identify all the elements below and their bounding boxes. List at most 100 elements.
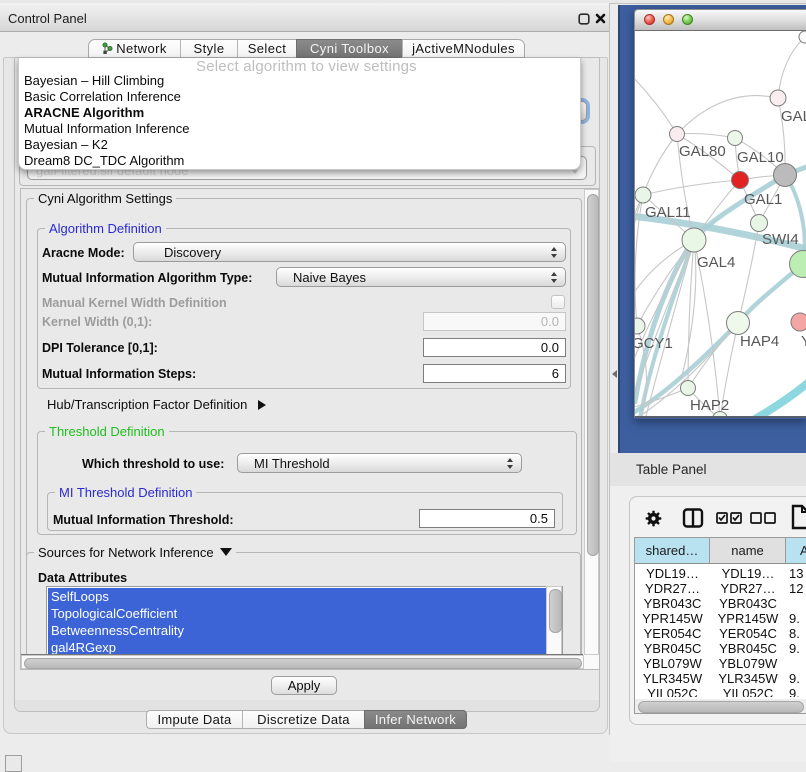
close-window-icon[interactable] bbox=[644, 14, 655, 25]
algorithm-option[interactable]: Dream8 DC_TDC Algorithm bbox=[19, 153, 564, 169]
minimize-window-icon[interactable] bbox=[663, 14, 674, 25]
network-edge bbox=[643, 180, 740, 195]
table-cell[interactable]: 9. bbox=[786, 686, 806, 697]
table-cell[interactable]: YBR045C bbox=[635, 641, 710, 656]
close-panel-icon[interactable] bbox=[595, 13, 606, 24]
table-panel-title: Table Panel bbox=[636, 462, 707, 477]
unselect-all-columns-icon[interactable] bbox=[750, 512, 776, 524]
control-panel-titlebar[interactable] bbox=[0, 3, 610, 32]
table-cell[interactable] bbox=[786, 596, 806, 611]
table-cell[interactable]: YPR145W bbox=[635, 611, 710, 626]
node-table[interactable]: shared…nameAYDL19…YDL19…13YDR27…YDR27…12… bbox=[634, 537, 806, 714]
table-cell[interactable]: 8. bbox=[786, 626, 806, 641]
table-cell[interactable]: YDR27… bbox=[710, 581, 786, 596]
select-all-columns-icon[interactable] bbox=[716, 512, 742, 524]
algorithm-option[interactable]: Mutual Information Inference bbox=[19, 121, 564, 137]
network-node-gal80[interactable] bbox=[670, 127, 685, 142]
table-cell[interactable]: YBR043C bbox=[710, 596, 786, 611]
network-graph: GALGAL80GAL10GAL1GAL11SWI4GAL4GCY1HAP4YH… bbox=[635, 31, 806, 416]
minimized-panel-button[interactable] bbox=[5, 755, 22, 772]
control-panel-title: Control Panel bbox=[8, 11, 87, 26]
table-cell[interactable]: YBL079W bbox=[635, 656, 710, 671]
table-cell[interactable]: YDL19… bbox=[710, 566, 786, 581]
column-header-shared[interactable]: shared… bbox=[635, 538, 710, 564]
network-node-hap2[interactable] bbox=[681, 381, 696, 396]
table-cell[interactable]: YIL052C bbox=[635, 686, 710, 697]
gear-icon[interactable] bbox=[645, 510, 662, 527]
split-view-icon[interactable] bbox=[682, 507, 704, 529]
tab-discretize-data[interactable]: Discretize Data bbox=[242, 710, 364, 729]
table-cell[interactable]: 9. bbox=[786, 671, 806, 686]
network-node-gal10[interactable] bbox=[728, 131, 743, 146]
table-cell[interactable]: 13 bbox=[786, 566, 806, 581]
network-node-label: Y bbox=[801, 333, 806, 350]
network-edge bbox=[635, 60, 677, 134]
network-node-gal4[interactable] bbox=[682, 228, 706, 252]
network-node-label: SWI4 bbox=[762, 231, 799, 248]
table-cell[interactable]: YDL19… bbox=[635, 566, 710, 581]
network-edge bbox=[778, 37, 805, 98]
table-cell[interactable]: YBR043C bbox=[635, 596, 710, 611]
column-header-name[interactable]: name bbox=[710, 538, 786, 564]
algorithm-popup-items: Bayesian – Hill ClimbingBasic Correlatio… bbox=[18, 73, 578, 170]
apply-button[interactable]: Apply bbox=[271, 676, 337, 695]
float-window-icon[interactable] bbox=[578, 13, 590, 25]
network-node-hap4[interactable] bbox=[727, 312, 750, 335]
network-node-gal11[interactable] bbox=[635, 187, 651, 203]
table-hscrollbar[interactable] bbox=[635, 699, 806, 713]
tab-select[interactable]: Select bbox=[237, 39, 296, 58]
network-canvas[interactable]: GALGAL80GAL10GAL1GAL11SWI4GAL4GCY1HAP4YH… bbox=[634, 31, 806, 418]
tab-cyni-toolbox[interactable]: Cyni Toolbox bbox=[296, 39, 402, 58]
settings-hscrollbar-thumb[interactable] bbox=[24, 658, 582, 669]
tab-infer-network[interactable]: Infer Network bbox=[364, 710, 467, 729]
table-cell[interactable] bbox=[786, 656, 806, 671]
table-cell[interactable]: YBL079W bbox=[710, 656, 786, 671]
network-edge bbox=[677, 96, 778, 134]
network-node-label: GCY1 bbox=[635, 335, 673, 352]
network-node-swi4[interactable] bbox=[751, 215, 768, 232]
settings-vscrollbar[interactable] bbox=[584, 189, 599, 655]
table-cell[interactable]: YLR345W bbox=[710, 671, 786, 686]
table-hscrollbar-thumb[interactable] bbox=[638, 701, 804, 713]
network-node-label: GAL10 bbox=[737, 149, 784, 166]
settings-hscrollbar[interactable] bbox=[21, 655, 584, 669]
table-cell[interactable]: 9. bbox=[786, 611, 806, 626]
network-node-y[interactable] bbox=[791, 313, 806, 331]
network-node[interactable] bbox=[774, 164, 797, 187]
network-node-label: GAL4 bbox=[697, 254, 735, 271]
network-view-window[interactable]: GALGAL80GAL10GAL1GAL11SWI4GAL4GCY1HAP4YH… bbox=[634, 9, 806, 419]
network-edge bbox=[677, 134, 735, 139]
node-table-body: shared…nameAYDL19…YDL19…13YDR27…YDR27…12… bbox=[635, 538, 806, 697]
network-edge bbox=[635, 195, 643, 270]
column-header-a[interactable]: A bbox=[786, 538, 806, 564]
network-node-label: HAP2 bbox=[690, 397, 729, 414]
tab-network[interactable]: Network bbox=[88, 39, 180, 58]
network-node-gcy1[interactable] bbox=[635, 318, 645, 334]
table-cell[interactable]: YPR145W bbox=[710, 611, 786, 626]
new-document-icon[interactable] bbox=[790, 504, 806, 530]
network-node-gal[interactable] bbox=[770, 90, 786, 106]
algorithm-option[interactable]: ARACNE Algorithm bbox=[19, 105, 564, 121]
table-cell[interactable]: YIL052C bbox=[710, 686, 786, 697]
network-node-gal1[interactable] bbox=[732, 172, 749, 189]
table-cell[interactable]: YLR345W bbox=[635, 671, 710, 686]
tab-jactivemnodules[interactable]: jActiveMNodules bbox=[402, 39, 525, 58]
network-node[interactable] bbox=[799, 31, 806, 43]
table-cell[interactable]: YER054C bbox=[710, 626, 786, 641]
network-window-titlebar[interactable] bbox=[634, 9, 806, 31]
table-cell[interactable]: YBR045C bbox=[710, 641, 786, 656]
settings-vscrollbar-thumb[interactable] bbox=[587, 194, 599, 556]
table-cell[interactable]: 9. bbox=[786, 641, 806, 656]
tab-style[interactable]: Style bbox=[180, 39, 237, 58]
zoom-window-icon[interactable] bbox=[682, 14, 693, 25]
cyni-mode-tabs: Impute DataDiscretize DataInfer Network bbox=[146, 710, 467, 729]
table-cell[interactable]: YDR27… bbox=[635, 581, 710, 596]
table-cell[interactable]: 12 bbox=[786, 581, 806, 596]
tab-impute-data[interactable]: Impute Data bbox=[146, 710, 242, 729]
table-cell[interactable]: YER054C bbox=[635, 626, 710, 641]
algorithm-option[interactable]: Bayesian – K2 bbox=[19, 137, 564, 153]
algorithm-option[interactable]: Bayesian – Hill Climbing bbox=[19, 73, 564, 89]
network-node-label: HAP4 bbox=[740, 333, 779, 350]
algorithm-option[interactable]: Basic Correlation Inference bbox=[19, 89, 564, 105]
split-collapse-arrow-icon[interactable] bbox=[612, 370, 617, 378]
